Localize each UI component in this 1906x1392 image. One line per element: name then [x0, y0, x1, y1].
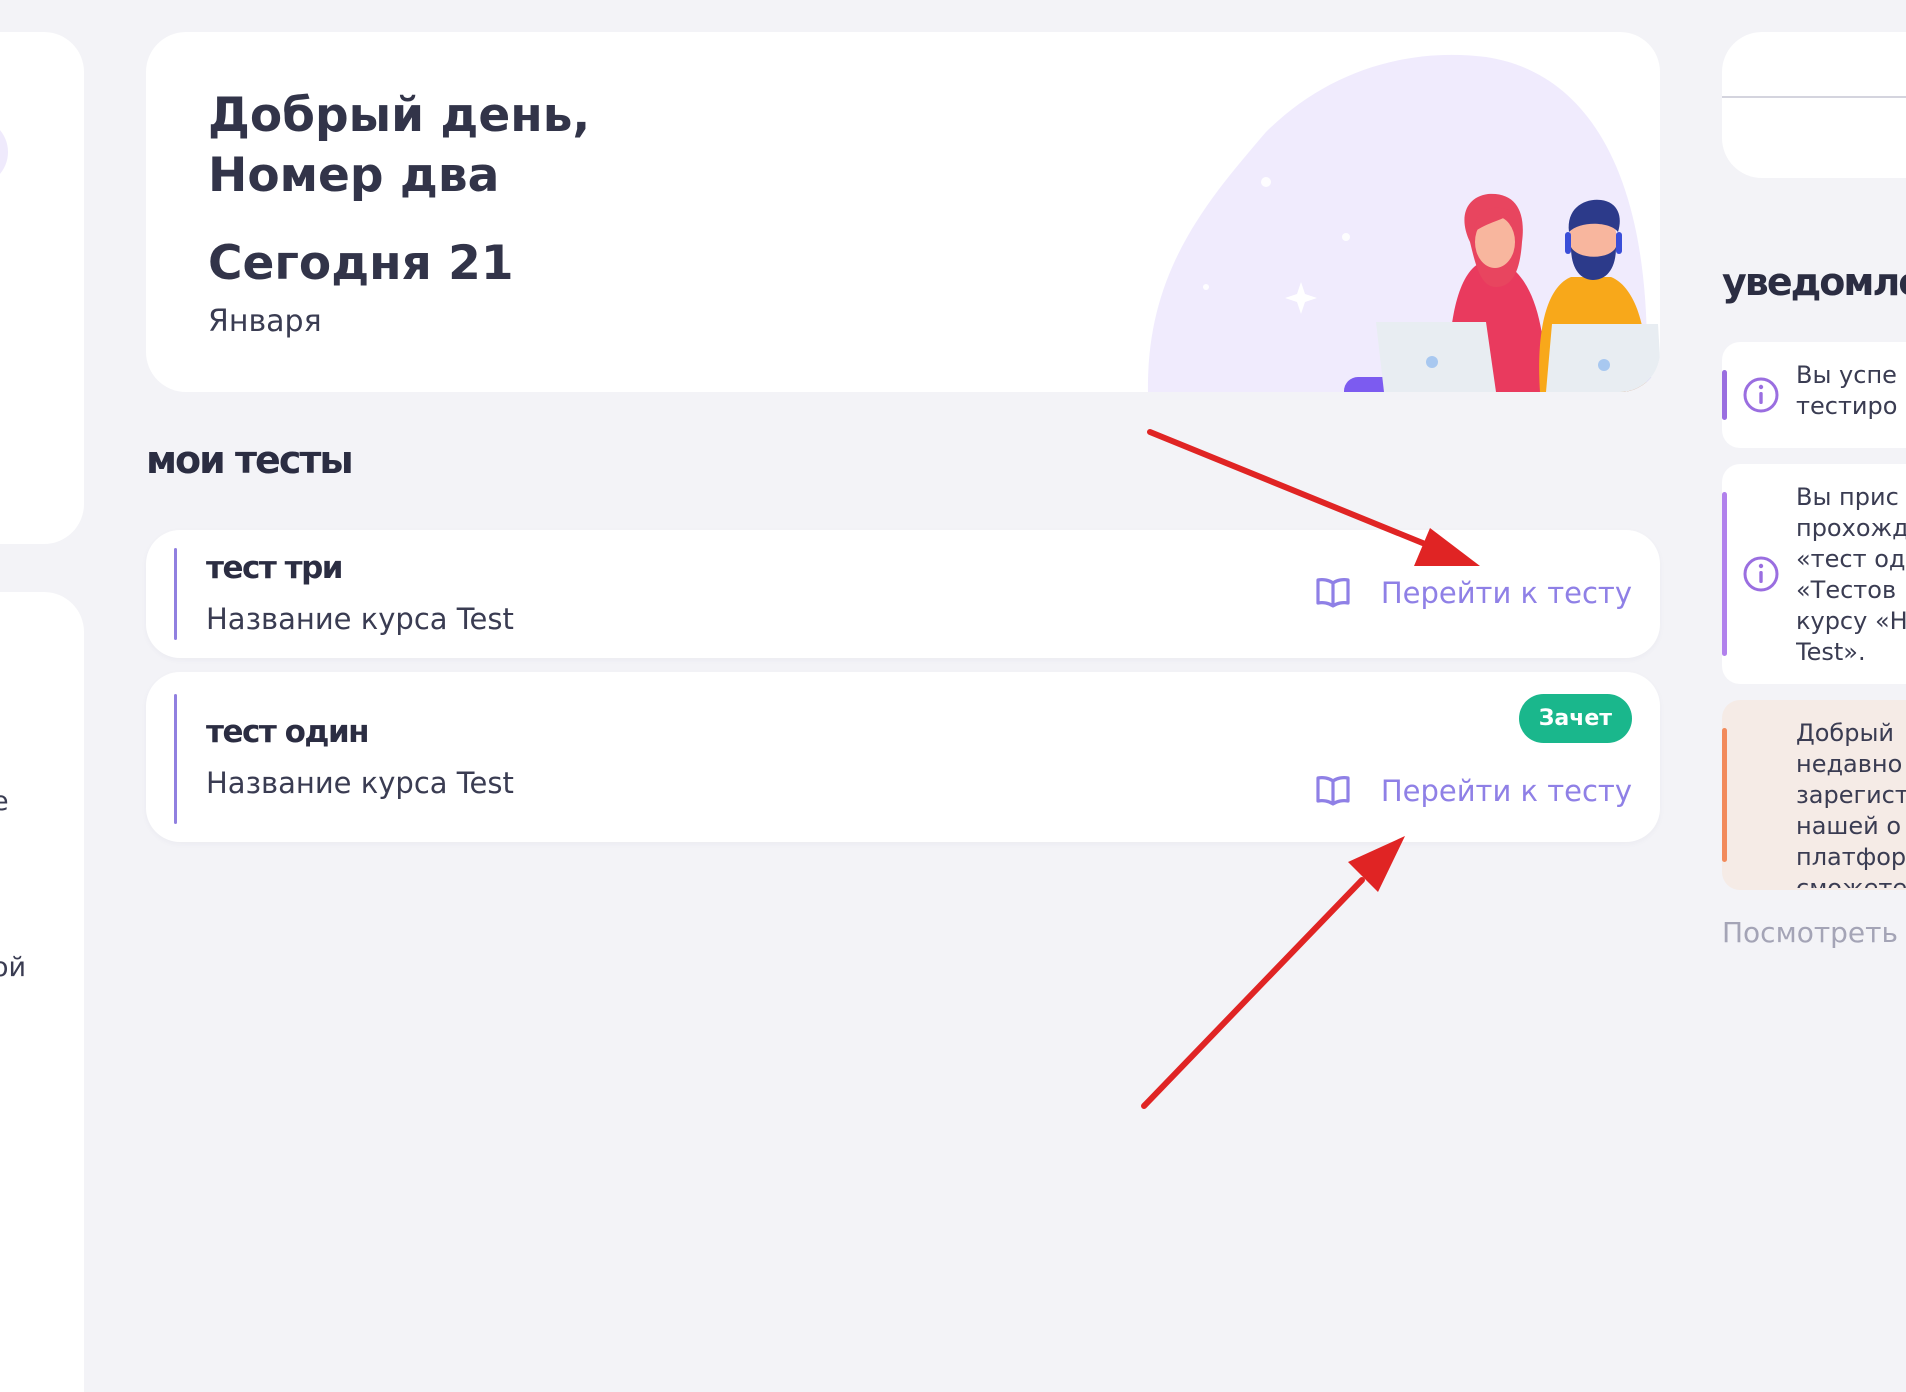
notification-text: Вы прис прохожд «тест од «Тестов курсу «… [1796, 483, 1906, 666]
notification-accent [1722, 492, 1727, 656]
test-course: Название курса Test [206, 766, 514, 800]
notification-item[interactable]: Вы прис прохожд «тест од «Тестов курсу «… [1722, 464, 1906, 684]
tests-section-title: мои тесты [146, 438, 354, 482]
notification-accent [1722, 728, 1727, 862]
go-to-test-label[interactable]: Перейти к тесту [1381, 576, 1632, 610]
notification-item[interactable]: Добрый недавно зарегист нашей о платфор … [1722, 700, 1906, 890]
greeting: Добрый день, Номер два [208, 86, 590, 206]
go-to-test-label[interactable]: Перейти к тесту [1381, 774, 1632, 808]
notification-text: Вы успе тестиро [1796, 361, 1898, 420]
right-top-card [1722, 32, 1906, 178]
book-open-icon [1316, 776, 1350, 806]
welcome-card: Добрый день, Номер два Сегодня 21 Января [146, 32, 1660, 392]
notification-item[interactable]: Вы успе тестиро [1722, 342, 1906, 448]
greeting-line: Добрый день, [208, 88, 591, 143]
test-card-accent [174, 548, 177, 640]
sidebar-profile-card [0, 32, 84, 544]
today-date: Сегодня 21 [208, 236, 514, 291]
annotation-arrow [1147, 429, 1433, 549]
team-illustration [1147, 54, 1660, 392]
sidebar-menu-card [0, 592, 84, 1392]
notification-text: Добрый недавно зарегист нашей о платфор … [1796, 719, 1906, 888]
user-name: Номер два [208, 148, 500, 203]
view-all-notifications-link[interactable]: Посмотреть [1722, 916, 1898, 949]
notifications-title: уведомления [1722, 260, 1906, 304]
test-card[interactable]: тест три Название курса Test Перейти к т… [146, 530, 1660, 658]
test-name: тест три [206, 550, 344, 586]
book-open-icon [1316, 578, 1350, 608]
today-month: Января [208, 304, 322, 339]
test-card-accent [174, 694, 177, 824]
go-to-test-link[interactable]: Перейти к тесту [1315, 576, 1632, 610]
test-name: тест один [206, 714, 370, 750]
sidebar-item-label-fragment[interactable]: ой [0, 952, 26, 983]
notification-accent [1722, 370, 1727, 420]
go-to-test-link[interactable]: Перейти к тесту [1315, 774, 1632, 808]
test-card[interactable]: Зачет тест один Название курса Test Пере… [146, 672, 1660, 842]
sidebar-item-label-fragment[interactable]: е [0, 786, 9, 817]
status-badge: Зачет [1518, 694, 1632, 743]
arrow-head [1348, 836, 1405, 892]
test-course: Название курса Test [206, 602, 514, 636]
avatar[interactable] [0, 118, 8, 186]
annotation-arrow [1141, 877, 1365, 1109]
info-icon [1743, 377, 1779, 413]
info-icon [1743, 556, 1779, 592]
divider [1722, 96, 1906, 98]
